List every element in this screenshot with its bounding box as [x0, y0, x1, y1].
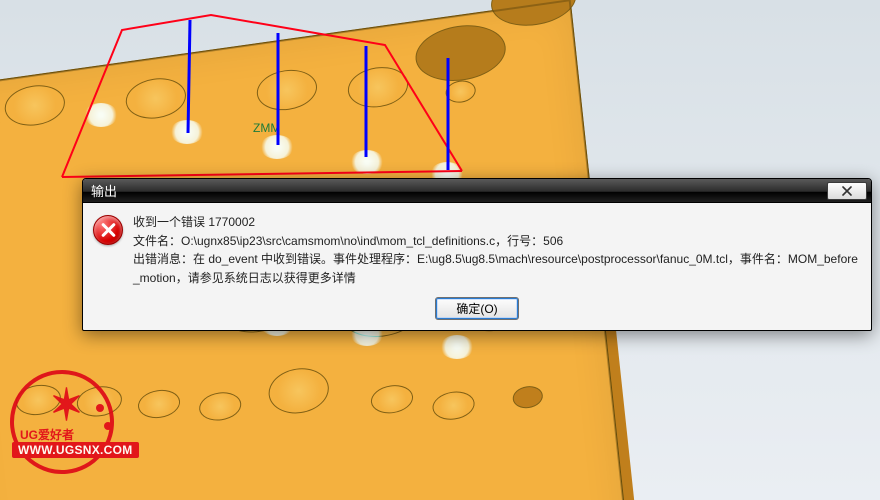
dialog-body: 收到一个错误 1770002 文件名：O:\ugnx85\ip23\src\ca… [83, 203, 871, 291]
error-icon [93, 215, 123, 245]
error-message-line: 出错消息：在 do_event 中收到错误。事件处理程序：E:\ug8.5\ug… [133, 250, 859, 287]
error-message-block: 收到一个错误 1770002 文件名：O:\ugnx85\ip23\src\ca… [133, 213, 859, 287]
dialog-titlebar[interactable]: 输出 [83, 179, 871, 203]
ok-button[interactable]: 确定(O) [435, 297, 519, 320]
close-icon [841, 186, 853, 196]
dialog-title: 输出 [91, 181, 117, 200]
error-heading: 收到一个错误 1770002 [133, 213, 859, 232]
close-button[interactable] [827, 182, 867, 200]
error-filename-line: 文件名：O:\ugnx85\ip23\src\camsmom\no\ind\mo… [133, 232, 859, 251]
error-dialog: 输出 收到一个错误 1770002 文件名：O:\ugnx85\ip23\src… [82, 178, 872, 331]
dialog-button-row: 确定(O) [83, 291, 871, 330]
